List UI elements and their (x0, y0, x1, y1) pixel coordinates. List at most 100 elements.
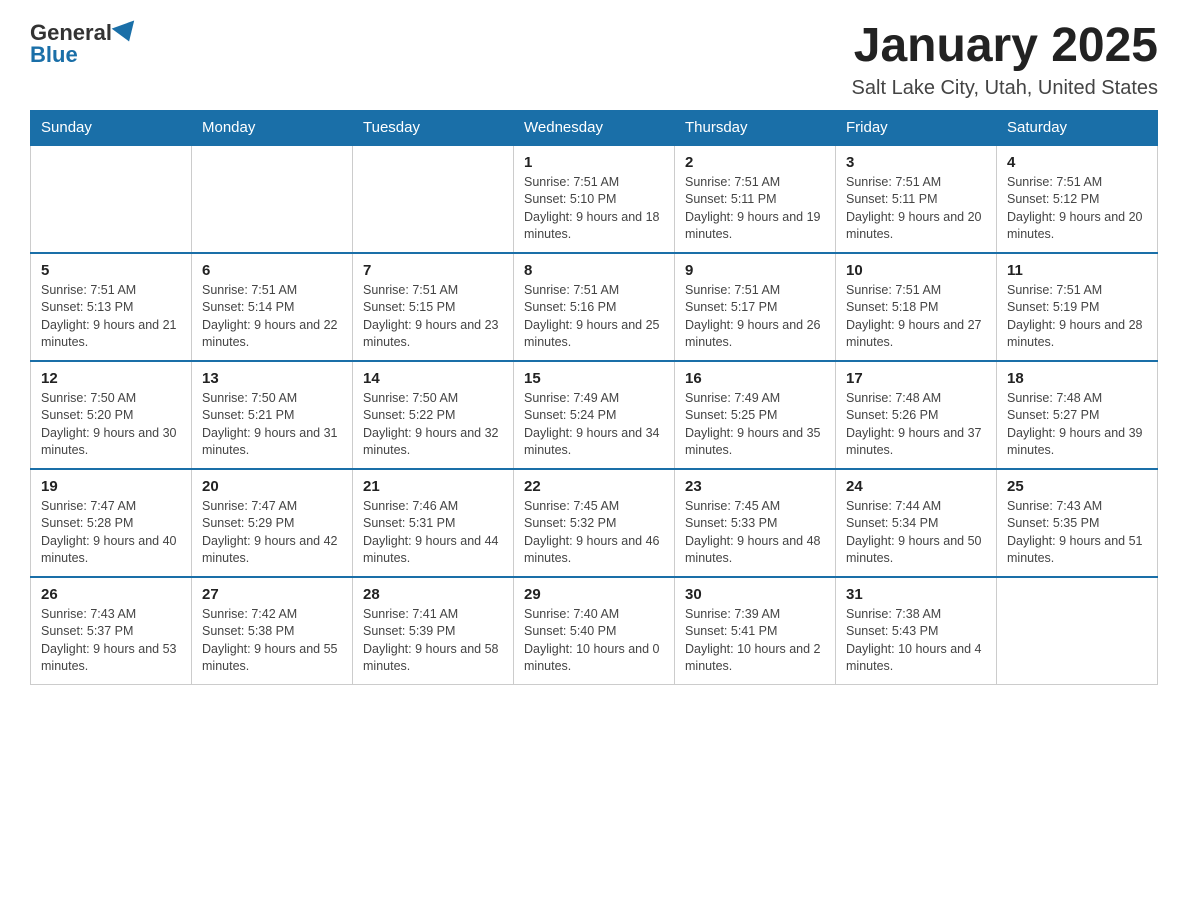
calendar-cell: 26 Sunrise: 7:43 AMSunset: 5:37 PMDayligh… (31, 577, 192, 685)
day-info: Sunrise: 7:43 AMSunset: 5:35 PMDaylight:… (1007, 498, 1147, 568)
day-number: 4 (1007, 154, 1147, 171)
calendar-cell: 18 Sunrise: 7:48 AMSunset: 5:27 PMDayligh… (997, 361, 1158, 469)
calendar-cell: 19 Sunrise: 7:47 AMSunset: 5:28 PMDayligh… (31, 469, 192, 577)
day-number: 3 (846, 154, 986, 171)
weekday-header-wednesday: Wednesday (514, 110, 675, 145)
day-info: Sunrise: 7:41 AMSunset: 5:39 PMDaylight:… (363, 606, 503, 676)
calendar-cell: 7Sunrise: 7:51 AMSunset: 5:15 PMDaylight… (353, 253, 514, 361)
calendar-cell (997, 577, 1158, 685)
logo-blue-text: Blue (30, 42, 78, 68)
week-row-2: 5 Sunrise: 7:51 AMSunset: 5:13 PMDaylight… (31, 253, 1158, 361)
day-info: Sunrise: 7:51 AMSunset: 5:12 PMDaylight:… (1007, 174, 1147, 244)
calendar-cell: 3 Sunrise: 7:51 AMSunset: 5:11 PMDaylight… (836, 145, 997, 253)
calendar-cell: 24Sunrise: 7:44 AMSunset: 5:34 PMDayligh… (836, 469, 997, 577)
day-number: 17 (846, 370, 986, 387)
day-info: Sunrise: 7:51 AMSunset: 5:19 PMDaylight:… (1007, 282, 1147, 352)
day-number: 24 (846, 478, 986, 495)
day-info: Sunrise: 7:38 AMSunset: 5:43 PMDaylight:… (846, 606, 986, 676)
month-title: January 2025 (852, 20, 1158, 73)
day-info: Sunrise: 7:50 AMSunset: 5:21 PMDaylight:… (202, 390, 342, 460)
day-info: Sunrise: 7:49 AMSunset: 5:24 PMDaylight:… (524, 390, 664, 460)
calendar-cell: 31 Sunrise: 7:38 AMSunset: 5:43 PMDayligh… (836, 577, 997, 685)
calendar-cell: 6Sunrise: 7:51 AMSunset: 5:14 PMDaylight… (192, 253, 353, 361)
calendar-cell: 10 Sunrise: 7:51 AMSunset: 5:18 PMDayligh… (836, 253, 997, 361)
calendar-cell: 5 Sunrise: 7:51 AMSunset: 5:13 PMDaylight… (31, 253, 192, 361)
calendar-cell: 11Sunrise: 7:51 AMSunset: 5:19 PMDayligh… (997, 253, 1158, 361)
calendar-cell: 20 Sunrise: 7:47 AMSunset: 5:29 PMDayligh… (192, 469, 353, 577)
day-info: Sunrise: 7:51 AMSunset: 5:11 PMDaylight:… (846, 174, 986, 244)
day-number: 12 (41, 370, 181, 387)
day-number: 15 (524, 370, 664, 387)
logo-triangle-icon (112, 20, 141, 45)
weekday-header-sunday: Sunday (31, 110, 192, 145)
day-info: Sunrise: 7:51 AMSunset: 5:10 PMDaylight:… (524, 174, 664, 244)
day-number: 22 (524, 478, 664, 495)
day-info: Sunrise: 7:40 AMSunset: 5:40 PMDaylight:… (524, 606, 664, 676)
day-number: 19 (41, 478, 181, 495)
day-info: Sunrise: 7:48 AMSunset: 5:27 PMDaylight:… (1007, 390, 1147, 460)
day-info: Sunrise: 7:47 AMSunset: 5:28 PMDaylight:… (41, 498, 181, 568)
weekday-header-saturday: Saturday (997, 110, 1158, 145)
calendar-cell: 8Sunrise: 7:51 AMSunset: 5:16 PMDaylight… (514, 253, 675, 361)
calendar-cell (192, 145, 353, 253)
day-number: 5 (41, 262, 181, 279)
weekday-header-thursday: Thursday (675, 110, 836, 145)
day-info: Sunrise: 7:50 AMSunset: 5:22 PMDaylight:… (363, 390, 503, 460)
calendar-cell: 2Sunrise: 7:51 AMSunset: 5:11 PMDaylight… (675, 145, 836, 253)
calendar-cell: 16 Sunrise: 7:49 AMSunset: 5:25 PMDayligh… (675, 361, 836, 469)
day-number: 16 (685, 370, 825, 387)
calendar-cell: 27 Sunrise: 7:42 AMSunset: 5:38 PMDayligh… (192, 577, 353, 685)
day-number: 1 (524, 154, 664, 171)
weekday-header-monday: Monday (192, 110, 353, 145)
calendar-cell: 22 Sunrise: 7:45 AMSunset: 5:32 PMDayligh… (514, 469, 675, 577)
calendar-cell: 17 Sunrise: 7:48 AMSunset: 5:26 PMDayligh… (836, 361, 997, 469)
day-number: 9 (685, 262, 825, 279)
calendar-cell: 15 Sunrise: 7:49 AMSunset: 5:24 PMDayligh… (514, 361, 675, 469)
day-number: 13 (202, 370, 342, 387)
calendar-cell: 13 Sunrise: 7:50 AMSunset: 5:21 PMDayligh… (192, 361, 353, 469)
calendar-cell: 4 Sunrise: 7:51 AMSunset: 5:12 PMDaylight… (997, 145, 1158, 253)
week-row-3: 12Sunrise: 7:50 AMSunset: 5:20 PMDayligh… (31, 361, 1158, 469)
calendar-cell: 29 Sunrise: 7:40 AMSunset: 5:40 PMDayligh… (514, 577, 675, 685)
calendar-cell: 28 Sunrise: 7:41 AMSunset: 5:39 PMDayligh… (353, 577, 514, 685)
day-number: 30 (685, 586, 825, 603)
calendar-cell: 25 Sunrise: 7:43 AMSunset: 5:35 PMDayligh… (997, 469, 1158, 577)
calendar-table: SundayMondayTuesdayWednesdayThursdayFrid… (30, 110, 1158, 685)
day-number: 26 (41, 586, 181, 603)
title-area: January 2025 Salt Lake City, Utah, Unite… (852, 20, 1158, 100)
day-info: Sunrise: 7:51 AMSunset: 5:14 PMDaylight:… (202, 282, 342, 352)
calendar-cell: 21Sunrise: 7:46 AMSunset: 5:31 PMDayligh… (353, 469, 514, 577)
day-number: 31 (846, 586, 986, 603)
day-info: Sunrise: 7:48 AMSunset: 5:26 PMDaylight:… (846, 390, 986, 460)
day-number: 27 (202, 586, 342, 603)
day-number: 14 (363, 370, 503, 387)
day-number: 10 (846, 262, 986, 279)
day-info: Sunrise: 7:47 AMSunset: 5:29 PMDaylight:… (202, 498, 342, 568)
day-number: 18 (1007, 370, 1147, 387)
logo-area: General Blue (30, 20, 138, 68)
day-info: Sunrise: 7:43 AMSunset: 5:37 PMDaylight:… (41, 606, 181, 676)
calendar-cell: 30 Sunrise: 7:39 AMSunset: 5:41 PMDayligh… (675, 577, 836, 685)
weekday-header-tuesday: Tuesday (353, 110, 514, 145)
week-row-4: 19 Sunrise: 7:47 AMSunset: 5:28 PMDayligh… (31, 469, 1158, 577)
day-info: Sunrise: 7:45 AMSunset: 5:32 PMDaylight:… (524, 498, 664, 568)
day-number: 28 (363, 586, 503, 603)
weekday-header-friday: Friday (836, 110, 997, 145)
day-info: Sunrise: 7:51 AMSunset: 5:18 PMDaylight:… (846, 282, 986, 352)
day-number: 25 (1007, 478, 1147, 495)
calendar-cell: 1 Sunrise: 7:51 AMSunset: 5:10 PMDaylight… (514, 145, 675, 253)
day-info: Sunrise: 7:42 AMSunset: 5:38 PMDaylight:… (202, 606, 342, 676)
location-title: Salt Lake City, Utah, United States (852, 77, 1158, 100)
day-number: 21 (363, 478, 503, 495)
day-info: Sunrise: 7:51 AMSunset: 5:13 PMDaylight:… (41, 282, 181, 352)
day-info: Sunrise: 7:49 AMSunset: 5:25 PMDaylight:… (685, 390, 825, 460)
calendar-cell: 12Sunrise: 7:50 AMSunset: 5:20 PMDayligh… (31, 361, 192, 469)
day-info: Sunrise: 7:51 AMSunset: 5:15 PMDaylight:… (363, 282, 503, 352)
day-info: Sunrise: 7:39 AMSunset: 5:41 PMDaylight:… (685, 606, 825, 676)
header: General Blue January 2025 Salt Lake City… (30, 20, 1158, 100)
day-number: 29 (524, 586, 664, 603)
day-info: Sunrise: 7:51 AMSunset: 5:11 PMDaylight:… (685, 174, 825, 244)
calendar-cell: 14 Sunrise: 7:50 AMSunset: 5:22 PMDayligh… (353, 361, 514, 469)
day-number: 23 (685, 478, 825, 495)
day-number: 20 (202, 478, 342, 495)
